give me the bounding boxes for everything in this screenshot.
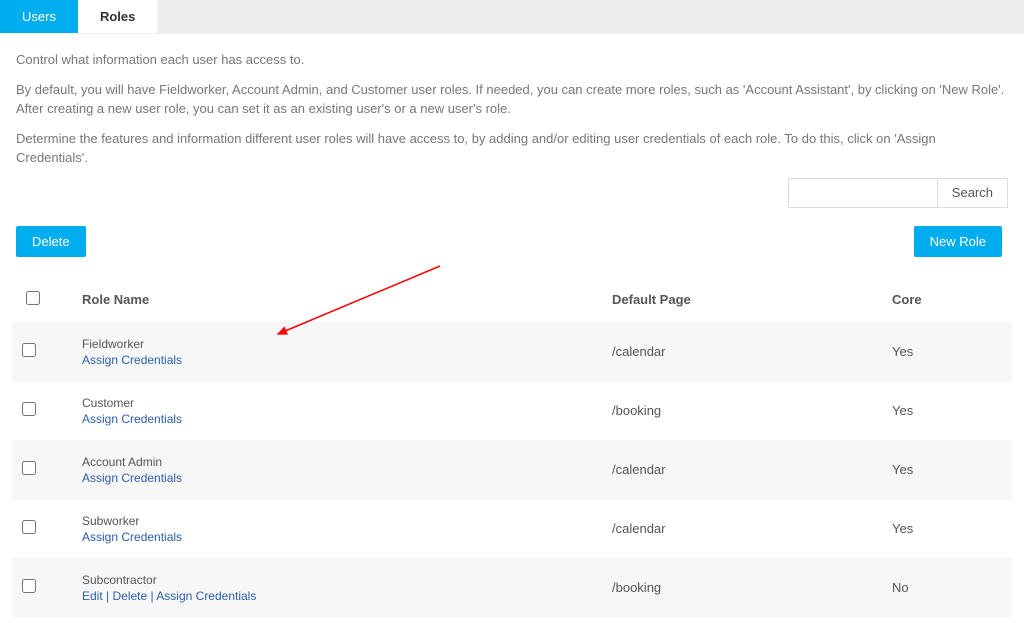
default-page-cell: /booking (612, 403, 892, 418)
role-action-links: Assign Credentials (82, 353, 612, 367)
role-name-text: Account Admin (82, 455, 612, 469)
header-role-name: Role Name (82, 292, 612, 307)
description-line-1: Control what information each user has a… (16, 50, 1008, 70)
assign-credentials-link[interactable]: Assign Credentials (82, 412, 182, 426)
role-action-links: Assign Credentials (82, 530, 612, 544)
table-row: Customer Assign Credentials/bookingYes (12, 381, 1012, 440)
table-row: Account Admin Assign Credentials/calendar… (12, 440, 1012, 499)
roles-table: Role Name Default Page Core Fieldworker A… (12, 277, 1012, 617)
search-toolbar: Search (16, 178, 1008, 208)
default-page-cell: /calendar (612, 344, 892, 359)
default-page-cell: /booking (612, 580, 892, 595)
core-cell: Yes (892, 344, 1002, 359)
assign-credentials-link[interactable]: Assign Credentials (82, 353, 182, 367)
core-cell: Yes (892, 521, 1002, 536)
default-page-cell: /calendar (612, 521, 892, 536)
role-name-text: Subworker (82, 514, 612, 528)
edit-link[interactable]: Edit (82, 589, 103, 603)
default-page-cell: /calendar (612, 462, 892, 477)
action-bar: Delete New Role (12, 212, 1012, 271)
table-row: Subcontractor Edit | Delete | Assign Cred… (12, 558, 1012, 617)
description-line-3: Determine the features and information d… (16, 129, 1008, 168)
search-input[interactable] (788, 178, 938, 208)
table-row: Subworker Assign Credentials/calendarYes (12, 499, 1012, 558)
header-core: Core (892, 292, 1002, 307)
select-all-checkbox[interactable] (26, 291, 40, 305)
content-area: Control what information each user has a… (0, 34, 1024, 208)
assign-credentials-link[interactable]: Assign Credentials (82, 471, 182, 485)
row-checkbox[interactable] (22, 461, 36, 475)
new-role-button[interactable]: New Role (914, 226, 1002, 257)
row-checkbox[interactable] (22, 579, 36, 593)
tab-roles[interactable]: Roles (78, 0, 157, 33)
core-cell: Yes (892, 462, 1002, 477)
row-checkbox[interactable] (22, 343, 36, 357)
delete-link[interactable]: Delete (112, 589, 147, 603)
role-name-text: Subcontractor (82, 573, 612, 587)
role-action-links: Assign Credentials (82, 412, 612, 426)
search-button[interactable]: Search (938, 178, 1008, 208)
core-cell: No (892, 580, 1002, 595)
delete-button[interactable]: Delete (16, 226, 86, 257)
role-name-text: Customer (82, 396, 612, 410)
assign-credentials-link[interactable]: Assign Credentials (82, 530, 182, 544)
tab-users[interactable]: Users (0, 0, 78, 33)
role-action-links: Edit | Delete | Assign Credentials (82, 589, 612, 603)
table-header-row: Role Name Default Page Core (12, 277, 1012, 322)
tab-bar: Users Roles (0, 0, 1024, 34)
role-action-links: Assign Credentials (82, 471, 612, 485)
role-name-text: Fieldworker (82, 337, 612, 351)
assign-credentials-link[interactable]: Assign Credentials (156, 589, 256, 603)
table-row: Fieldworker Assign Credentials/calendarYe… (12, 322, 1012, 381)
description-line-2: By default, you will have Fieldworker, A… (16, 80, 1008, 119)
core-cell: Yes (892, 403, 1002, 418)
row-checkbox[interactable] (22, 402, 36, 416)
row-checkbox[interactable] (22, 520, 36, 534)
header-default-page: Default Page (612, 292, 892, 307)
